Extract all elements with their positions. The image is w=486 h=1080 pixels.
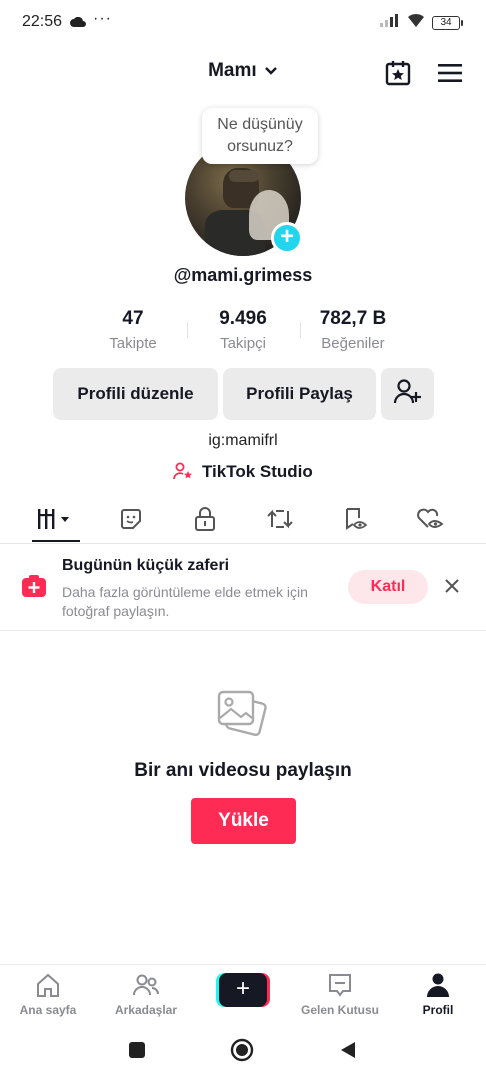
nav-friends-label: Arkadaşlar xyxy=(114,1003,178,1017)
stat-value: 47 xyxy=(122,308,144,329)
bottom-navigation: Ana sayfa Arkadaşlar + Gelen Kutusu Prof… xyxy=(0,964,486,1024)
account-switcher[interactable]: Mamı xyxy=(0,60,486,82)
chevron-down-icon xyxy=(264,60,278,82)
nav-profile[interactable]: Profil xyxy=(390,971,486,1017)
banner-subtitle: Daha fazla görüntüleme elde etmek için f… xyxy=(62,584,308,619)
studio-person-star-icon xyxy=(173,462,197,481)
edit-profile-button[interactable]: Profili düzenle xyxy=(53,368,218,420)
join-button[interactable]: Katıl xyxy=(348,570,428,604)
sticker-icon xyxy=(118,506,144,537)
recents-icon[interactable] xyxy=(127,1040,147,1065)
profile-stats: 47 Takipte 9.496 Takipçi 782,7 B Beğenil… xyxy=(0,308,486,358)
nav-profile-label: Profil xyxy=(422,1003,454,1017)
studio-link-label: TikTok Studio xyxy=(201,462,313,481)
cloud-icon xyxy=(70,14,86,32)
tab-videos[interactable] xyxy=(31,500,81,542)
tab-private[interactable] xyxy=(180,500,230,542)
nav-inbox[interactable]: Gelen Kutusu xyxy=(292,971,388,1017)
photo-plus-icon xyxy=(20,573,48,599)
wifi-icon xyxy=(406,12,426,33)
active-tab-indicator xyxy=(32,540,80,542)
empty-state-title: Bir anı videosu paylaşın xyxy=(134,760,352,781)
tiktok-studio-link[interactable]: TikTok Studio xyxy=(0,462,486,482)
inbox-icon xyxy=(292,971,388,999)
stat-value: 782,7 B xyxy=(319,308,387,329)
nav-home[interactable]: Ana sayfa xyxy=(0,971,96,1017)
photos-icon xyxy=(215,688,271,749)
divider xyxy=(300,322,301,338)
heart-eye-icon xyxy=(416,507,444,536)
stat-followers[interactable]: 9.496 Takipçi xyxy=(203,308,283,352)
page-title: Mamı xyxy=(208,60,257,82)
bio-text: ig:mamifrl xyxy=(208,432,278,449)
videos-grid-icon xyxy=(36,508,76,535)
battery-icon: 34 xyxy=(432,15,463,30)
add-story-button[interactable]: + xyxy=(271,222,303,254)
nav-home-label: Ana sayfa xyxy=(19,1003,77,1017)
system-navigation xyxy=(0,1024,486,1080)
lock-icon xyxy=(193,506,217,537)
nav-friends[interactable]: Arkadaşlar xyxy=(98,971,194,1017)
tab-stickers[interactable] xyxy=(106,500,156,542)
home-circle-icon[interactable] xyxy=(230,1038,254,1067)
stat-likes[interactable]: 782,7 B Beğeniler xyxy=(308,308,398,352)
friends-icon xyxy=(98,971,194,999)
stat-label: Beğeniler xyxy=(321,335,385,352)
close-icon[interactable] xyxy=(442,576,462,596)
status-bar: 22:56 ··· 34 xyxy=(0,0,486,44)
create-button[interactable]: + xyxy=(216,973,270,1007)
back-icon[interactable] xyxy=(338,1040,358,1065)
tab-reposts[interactable] xyxy=(255,500,305,542)
signal-icon xyxy=(380,13,400,32)
repost-icon xyxy=(266,507,294,536)
tab-favorites[interactable] xyxy=(330,500,380,542)
plus-icon: + xyxy=(219,973,267,1007)
status-time: 22:56 xyxy=(22,13,63,30)
profile-icon xyxy=(390,971,486,999)
username: @mami.grimess xyxy=(173,265,313,285)
content-tabs xyxy=(0,500,486,544)
nav-inbox-label: Gelen Kutusu xyxy=(300,1003,379,1017)
add-person-icon xyxy=(393,378,423,411)
upload-button[interactable]: Yükle xyxy=(191,798,296,844)
divider xyxy=(187,322,188,338)
add-friend-button[interactable] xyxy=(381,368,434,420)
tab-liked[interactable] xyxy=(405,500,455,542)
share-profile-button[interactable]: Profili Paylaş xyxy=(223,368,376,420)
calendar-star-icon[interactable] xyxy=(383,58,413,88)
home-icon xyxy=(0,971,96,999)
stat-value: 9.496 xyxy=(219,308,267,329)
banner-title: Bugünün küçük zaferi xyxy=(62,557,230,574)
stat-label: Takipçi xyxy=(220,335,266,352)
stat-label: Takipte xyxy=(109,335,157,352)
bookmark-eye-icon xyxy=(342,506,368,537)
menu-icon[interactable] xyxy=(435,58,465,88)
stat-following[interactable]: 47 Takipte xyxy=(93,308,173,352)
more-notifications-icon: ··· xyxy=(93,10,112,27)
challenge-banner[interactable]: Bugünün küçük zaferi Daha fazla görüntül… xyxy=(0,545,486,631)
note-bubble[interactable]: Ne düşünüy orsunuz? xyxy=(202,108,318,164)
